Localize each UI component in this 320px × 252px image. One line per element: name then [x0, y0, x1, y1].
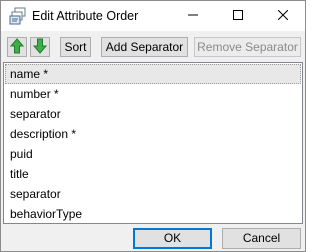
add-separator-button[interactable]: Add Separator	[101, 37, 188, 57]
list-item[interactable]: title	[5, 164, 301, 184]
list-item[interactable]: separator	[5, 184, 301, 204]
minimize-button[interactable]	[170, 1, 215, 31]
sort-button[interactable]: Sort	[60, 37, 91, 57]
move-up-button[interactable]	[7, 37, 27, 57]
ok-button[interactable]: OK	[133, 228, 212, 249]
edit-attribute-order-dialog: Edit Attribute Order Sort Add Separator …	[0, 0, 306, 252]
green-up-arrow-icon	[9, 37, 25, 57]
minimize-icon	[187, 9, 198, 23]
dialog-footer: OK Cancel	[1, 224, 305, 251]
title-bar[interactable]: Edit Attribute Order	[1, 1, 305, 31]
list-item[interactable]: separator	[5, 104, 301, 124]
list-item[interactable]: name *	[5, 64, 301, 84]
attribute-list[interactable]: name * number * separator description * …	[3, 62, 303, 224]
maximize-button[interactable]	[215, 1, 260, 31]
close-button[interactable]	[260, 1, 305, 31]
stacked-forms-icon	[9, 7, 27, 25]
green-down-arrow-icon	[32, 38, 48, 57]
move-down-button[interactable]	[30, 37, 50, 57]
close-icon	[277, 9, 288, 23]
toolbar: Sort Add Separator Remove Separator	[1, 31, 305, 62]
list-item[interactable]: puid	[5, 144, 301, 164]
remove-separator-button[interactable]: Remove Separator	[194, 37, 301, 57]
list-item[interactable]: description *	[5, 124, 301, 144]
maximize-icon	[232, 9, 243, 23]
cancel-button[interactable]: Cancel	[222, 228, 301, 249]
list-item[interactable]: behaviorType	[5, 204, 301, 223]
list-item[interactable]: number *	[5, 84, 301, 104]
window-title: Edit Attribute Order	[32, 9, 139, 23]
